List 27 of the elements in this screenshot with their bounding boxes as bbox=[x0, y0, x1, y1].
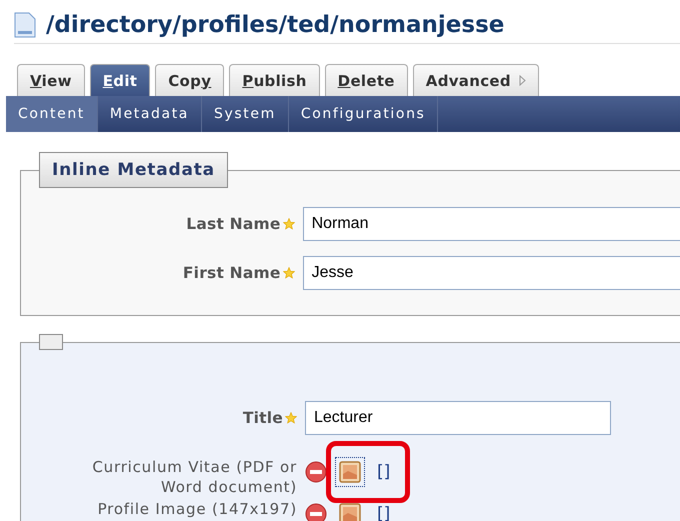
text-field[interactable]: Jesse bbox=[302, 256, 680, 290]
tab[interactable]: Edit bbox=[90, 64, 150, 96]
tab[interactable]: Advanced bbox=[412, 64, 539, 96]
field-label: First Name bbox=[182, 263, 281, 283]
field-label: Title bbox=[242, 408, 283, 428]
sub-tab[interactable]: Metadata bbox=[98, 96, 202, 132]
sub-tab[interactable]: Content bbox=[6, 96, 98, 132]
page-path: /directory/profiles/ted/normanjesse bbox=[46, 11, 504, 40]
document-icon bbox=[14, 12, 36, 38]
triangle-icon bbox=[518, 75, 526, 86]
file-link[interactable]: [] bbox=[377, 506, 390, 521]
tab[interactable]: Delete bbox=[324, 64, 408, 96]
text-field[interactable]: Lecturer bbox=[305, 401, 611, 435]
tab[interactable]: Publish bbox=[229, 64, 320, 96]
field-label: Last Name bbox=[186, 214, 281, 234]
tab[interactable]: View bbox=[17, 64, 85, 96]
sub-tab[interactable]: Configurations bbox=[288, 96, 438, 132]
image-picker-button[interactable] bbox=[335, 457, 365, 487]
sub-tab[interactable]: System bbox=[202, 96, 289, 132]
remove-icon[interactable] bbox=[305, 461, 327, 483]
field-label: Profile Image (147x197) bbox=[98, 499, 297, 519]
tab[interactable]: Copy bbox=[155, 64, 224, 96]
text-field[interactable]: Norman bbox=[302, 207, 680, 241]
section-legend: Inline Metadata bbox=[39, 152, 228, 188]
file-link[interactable]: [] bbox=[377, 464, 390, 480]
field-label: Curriculum Vitae (PDF or Word document) bbox=[91, 457, 297, 497]
remove-icon[interactable] bbox=[305, 503, 327, 521]
